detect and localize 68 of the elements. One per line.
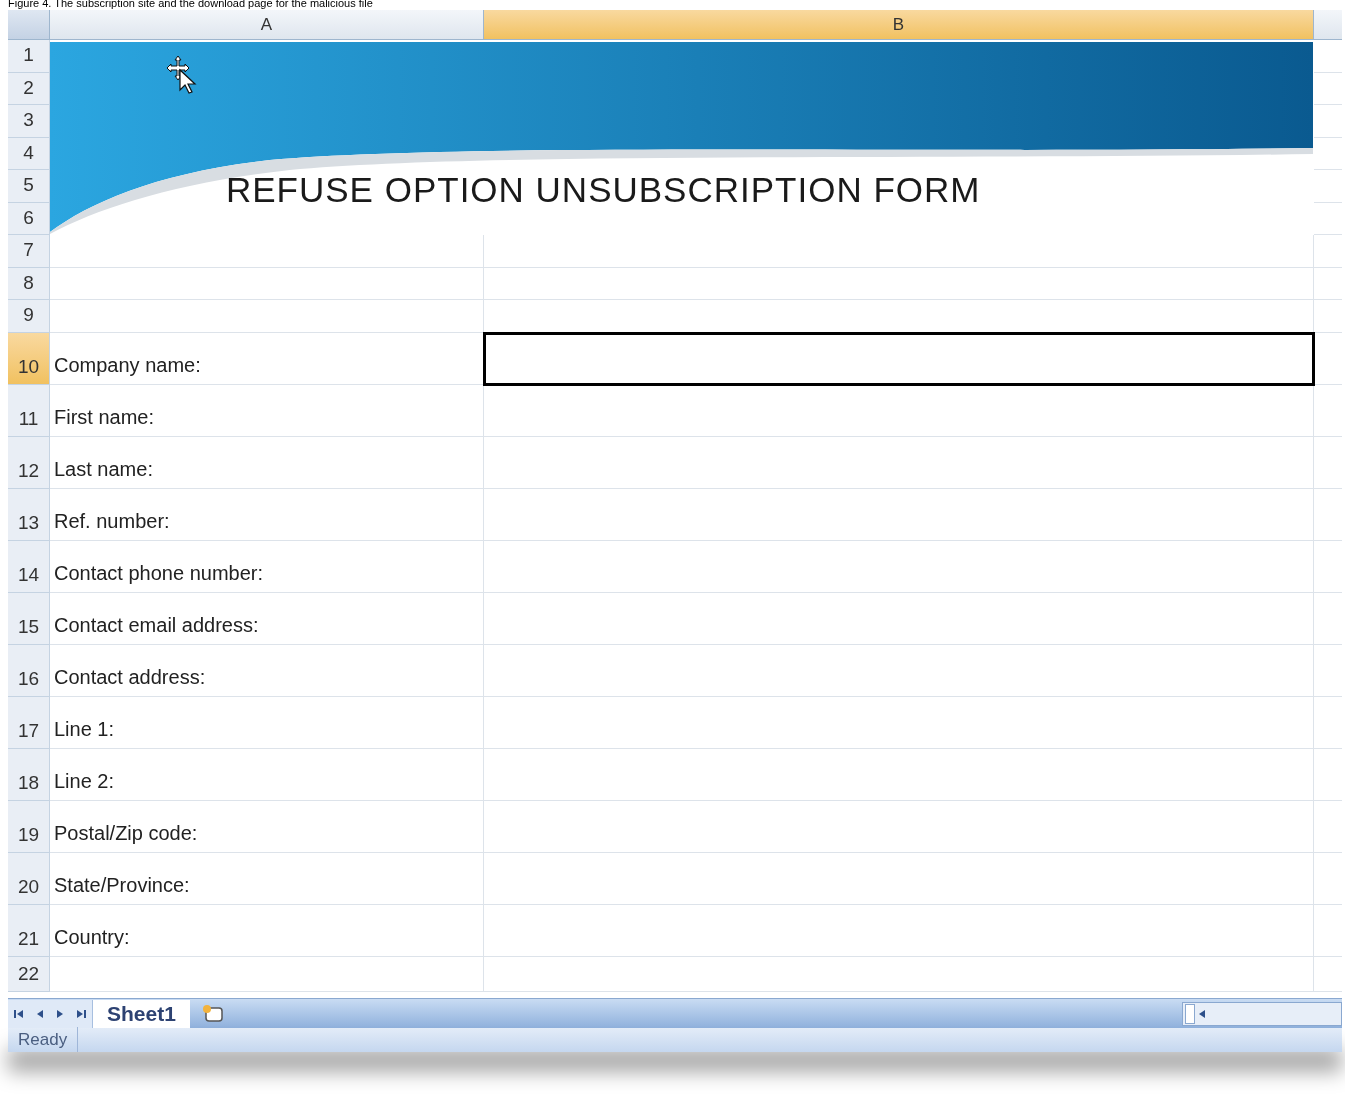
row-header[interactable]: 11: [8, 384, 50, 437]
grid-cell[interactable]: [484, 488, 1314, 541]
grid-cell[interactable]: [484, 644, 1314, 697]
row-header[interactable]: 12: [8, 436, 50, 489]
label-cell[interactable]: Country:: [50, 904, 484, 957]
row-header[interactable]: 19: [8, 800, 50, 853]
label-cell[interactable]: Line 2:: [50, 748, 484, 801]
last-sheet-icon[interactable]: [76, 1008, 86, 1019]
label-cell[interactable]: First name:: [50, 384, 484, 437]
row-header[interactable]: 13: [8, 488, 50, 541]
label-cell[interactable]: Contact address:: [50, 644, 484, 697]
grid-cell[interactable]: [484, 267, 1314, 300]
grid-cell[interactable]: [484, 904, 1314, 957]
row-header[interactable]: 15: [8, 592, 50, 645]
label-cell[interactable]: Company name:: [50, 332, 484, 385]
label-cell[interactable]: Contact phone number:: [50, 540, 484, 593]
grid-cell[interactable]: [484, 956, 1314, 992]
label-cell[interactable]: Last name:: [50, 436, 484, 489]
select-all-button[interactable]: [8, 10, 50, 40]
grid-cell[interactable]: [484, 235, 1314, 268]
scroll-left-icon[interactable]: [1197, 1008, 1207, 1019]
label-cell[interactable]: Postal/Zip code:: [50, 800, 484, 853]
row-header[interactable]: 14: [8, 540, 50, 593]
row-header[interactable]: 6: [8, 202, 50, 235]
column-header[interactable]: A: [50, 10, 484, 40]
grid-cell[interactable]: [50, 235, 484, 268]
label-cell[interactable]: Ref. number:: [50, 488, 484, 541]
grid-cell[interactable]: [484, 436, 1314, 489]
row-header[interactable]: 21: [8, 904, 50, 957]
row-header[interactable]: 8: [8, 267, 50, 300]
grid-cell[interactable]: [50, 300, 484, 333]
grid-cell[interactable]: [484, 384, 1314, 437]
previous-sheet-icon[interactable]: [36, 1008, 44, 1019]
row-header[interactable]: 1: [8, 40, 50, 73]
row-header[interactable]: 9: [8, 300, 50, 333]
next-sheet-icon[interactable]: [56, 1008, 64, 1019]
horizontal-scrollbar[interactable]: [1182, 1001, 1342, 1026]
row-header[interactable]: 4: [8, 137, 50, 170]
label-cell[interactable]: Line 1:: [50, 696, 484, 749]
grid-cell[interactable]: [484, 748, 1314, 801]
grid-cell[interactable]: [484, 696, 1314, 749]
sheet-tab[interactable]: Sheet1: [93, 999, 190, 1028]
selected-cell[interactable]: [484, 332, 1314, 385]
grid-cell[interactable]: [484, 800, 1314, 853]
grid-cell[interactable]: [50, 267, 484, 300]
row-header[interactable]: 22: [8, 956, 50, 992]
grid-cell[interactable]: [484, 540, 1314, 593]
header-filler: [1314, 10, 1342, 40]
row-header[interactable]: 17: [8, 696, 50, 749]
label-cell[interactable]: Contact email address:: [50, 592, 484, 645]
grid-cell[interactable]: [50, 956, 484, 992]
form-title: REFUSE OPTION UNSUBSCRIPTION FORM: [226, 170, 981, 210]
scrollbar-thumb[interactable]: [1185, 1003, 1195, 1024]
row-header[interactable]: 16: [8, 644, 50, 697]
grid-cell[interactable]: [484, 852, 1314, 905]
column-header[interactable]: B: [484, 10, 1314, 40]
first-sheet-icon[interactable]: [14, 1008, 24, 1019]
row-header[interactable]: 20: [8, 852, 50, 905]
row-header[interactable]: 7: [8, 235, 50, 268]
row-header[interactable]: 18: [8, 748, 50, 801]
figure-caption: Figure 4. The subscription site and the download page for the malicious file: [8, 0, 373, 9]
label-cell[interactable]: State/Province:: [50, 852, 484, 905]
row-header[interactable]: 5: [8, 170, 50, 203]
status-text: Ready: [8, 1026, 79, 1053]
row-header[interactable]: 2: [8, 72, 50, 105]
grid-cell[interactable]: [484, 592, 1314, 645]
row-header[interactable]: 3: [8, 105, 50, 138]
row-header[interactable]: 10: [8, 332, 50, 385]
